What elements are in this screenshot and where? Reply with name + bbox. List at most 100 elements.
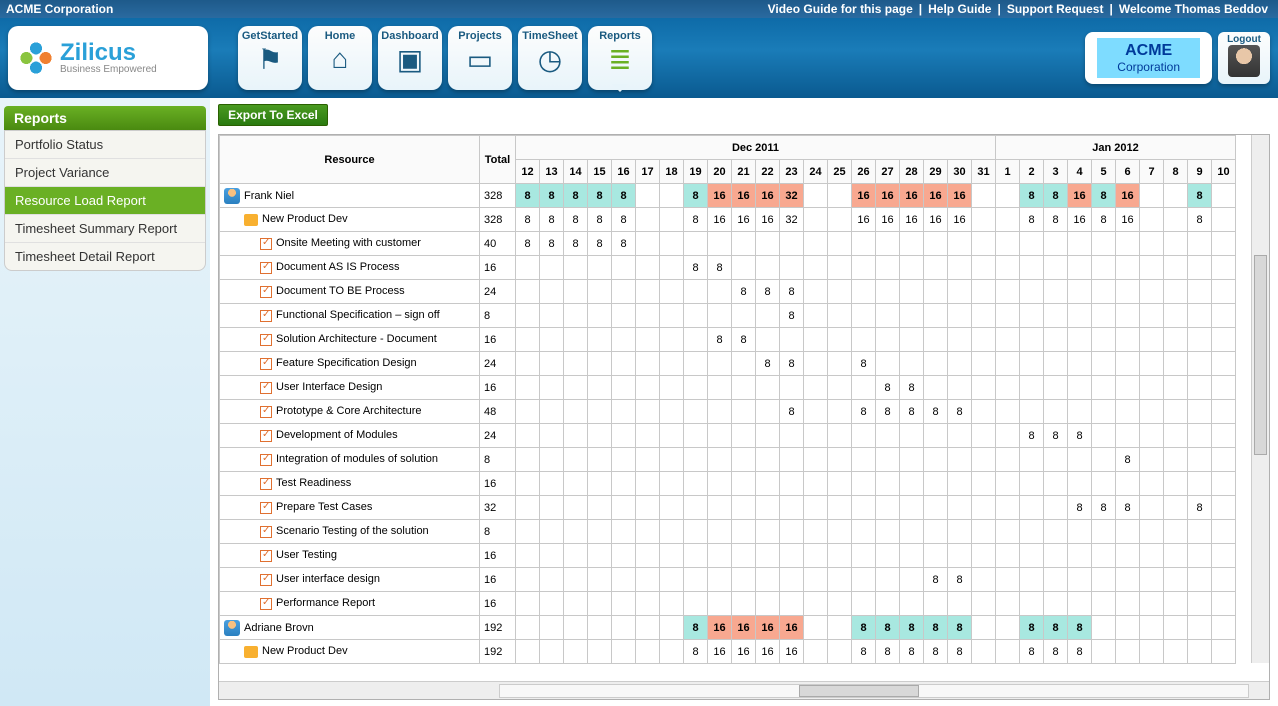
day-cell <box>708 304 732 328</box>
day-cell <box>588 304 612 328</box>
row-name[interactable]: Document AS IS Process <box>220 256 480 280</box>
day-cell <box>1164 592 1188 616</box>
top-bar: ACME Corporation Video Guide for this pa… <box>0 0 1278 18</box>
day-cell: 8 <box>1092 208 1116 232</box>
day-cell <box>1212 496 1236 520</box>
grid-row: Test Readiness16 <box>220 472 1236 496</box>
day-cell <box>996 208 1020 232</box>
logout-button[interactable]: Logout <box>1218 32 1270 84</box>
day-cell <box>1068 400 1092 424</box>
day-cell <box>1212 304 1236 328</box>
row-name[interactable]: New Product Dev <box>220 208 480 232</box>
row-name[interactable]: Document TO BE Process <box>220 280 480 304</box>
row-name[interactable]: Solution Architecture - Document <box>220 328 480 352</box>
day-cell <box>804 544 828 568</box>
day-cell <box>1164 640 1188 664</box>
row-name[interactable]: Adriane Brovn <box>220 616 480 640</box>
day-cell <box>972 496 996 520</box>
day-cell <box>876 472 900 496</box>
day-cell <box>996 232 1020 256</box>
row-total: 328 <box>480 184 516 208</box>
nav-reports[interactable]: Reports≣ <box>588 26 652 90</box>
day-cell: 8 <box>924 640 948 664</box>
day-cell <box>684 424 708 448</box>
day-cell: 8 <box>1044 424 1068 448</box>
logo-name: Zilicus <box>60 41 157 65</box>
task-icon <box>260 358 272 370</box>
row-name[interactable]: Frank Niel <box>220 184 480 208</box>
day-cell <box>588 472 612 496</box>
folder-icon <box>244 646 258 658</box>
day-cell <box>540 304 564 328</box>
sidebar-item[interactable]: Timesheet Summary Report <box>5 215 205 243</box>
day-cell: 32 <box>780 184 804 208</box>
day-cell <box>756 424 780 448</box>
row-name[interactable]: Scenario Testing of the solution <box>220 520 480 544</box>
day-cell <box>948 424 972 448</box>
day-cell <box>900 448 924 472</box>
day-cell <box>996 616 1020 640</box>
nav-home[interactable]: Home⌂ <box>308 26 372 90</box>
grid-row: Solution Architecture - Document1688 <box>220 328 1236 352</box>
row-name[interactable]: New Product Dev <box>220 640 480 664</box>
row-name[interactable]: Functional Specification – sign off <box>220 304 480 328</box>
day-cell <box>1116 616 1140 640</box>
row-name[interactable]: Onsite Meeting with customer <box>220 232 480 256</box>
getstarted-icon: ⚑ <box>253 42 287 76</box>
sidebar-item[interactable]: Resource Load Report <box>5 187 205 215</box>
day-cell <box>1140 232 1164 256</box>
nav-dashboard[interactable]: Dashboard▣ <box>378 26 442 90</box>
row-name[interactable]: Integration of modules of solution <box>220 448 480 472</box>
export-excel-button[interactable]: Export To Excel <box>218 104 328 126</box>
sidebar-item[interactable]: Portfolio Status <box>5 131 205 159</box>
day-cell <box>1068 544 1092 568</box>
row-name[interactable]: User Testing <box>220 544 480 568</box>
day-cell <box>1212 184 1236 208</box>
nav-label: TimeSheet <box>522 30 577 42</box>
row-name[interactable]: User interface design <box>220 568 480 592</box>
day-header: 8 <box>1164 160 1188 184</box>
row-name[interactable]: Feature Specification Design <box>220 352 480 376</box>
day-cell <box>804 472 828 496</box>
day-cell <box>588 352 612 376</box>
day-cell <box>1092 328 1116 352</box>
row-name[interactable]: Prototype & Core Architecture <box>220 400 480 424</box>
day-cell: 16 <box>780 640 804 664</box>
nav-projects[interactable]: Projects▭ <box>448 26 512 90</box>
day-cell <box>1116 328 1140 352</box>
top-link[interactable]: Support Request <box>1003 2 1108 16</box>
top-links: Video Guide for this page|Help Guide|Sup… <box>764 2 1272 16</box>
day-cell <box>876 544 900 568</box>
top-link[interactable]: Help Guide <box>924 2 995 16</box>
day-cell <box>948 592 972 616</box>
horizontal-scrollbar[interactable] <box>219 681 1269 699</box>
day-cell: 8 <box>756 280 780 304</box>
nav-getstarted[interactable]: GetStarted⚑ <box>238 26 302 90</box>
day-cell <box>588 424 612 448</box>
day-cell <box>900 472 924 496</box>
top-link[interactable]: Video Guide for this page <box>764 2 917 16</box>
day-cell <box>1116 472 1140 496</box>
day-cell <box>996 328 1020 352</box>
main-content: Export To Excel ResourceTotalDec 2011Jan… <box>210 98 1278 706</box>
day-cell <box>516 376 540 400</box>
day-cell <box>732 520 756 544</box>
day-header: 7 <box>1140 160 1164 184</box>
grid-row: Onsite Meeting with customer4088888 <box>220 232 1236 256</box>
row-name[interactable]: Development of Modules <box>220 424 480 448</box>
day-cell: 16 <box>924 208 948 232</box>
sidebar-item[interactable]: Project Variance <box>5 159 205 187</box>
row-name[interactable]: Test Readiness <box>220 472 480 496</box>
row-name[interactable]: User Interface Design <box>220 376 480 400</box>
client-name: ACME <box>1117 42 1180 60</box>
vertical-scrollbar[interactable] <box>1251 135 1269 663</box>
row-name[interactable]: Prepare Test Cases <box>220 496 480 520</box>
sidebar-item[interactable]: Timesheet Detail Report <box>5 243 205 270</box>
day-cell <box>1212 280 1236 304</box>
day-cell <box>1188 640 1212 664</box>
day-cell: 16 <box>708 640 732 664</box>
top-link[interactable]: Welcome Thomas Beddov <box>1115 2 1272 16</box>
day-header: 28 <box>900 160 924 184</box>
nav-timesheet[interactable]: TimeSheet◷ <box>518 26 582 90</box>
row-name[interactable]: Performance Report <box>220 592 480 616</box>
